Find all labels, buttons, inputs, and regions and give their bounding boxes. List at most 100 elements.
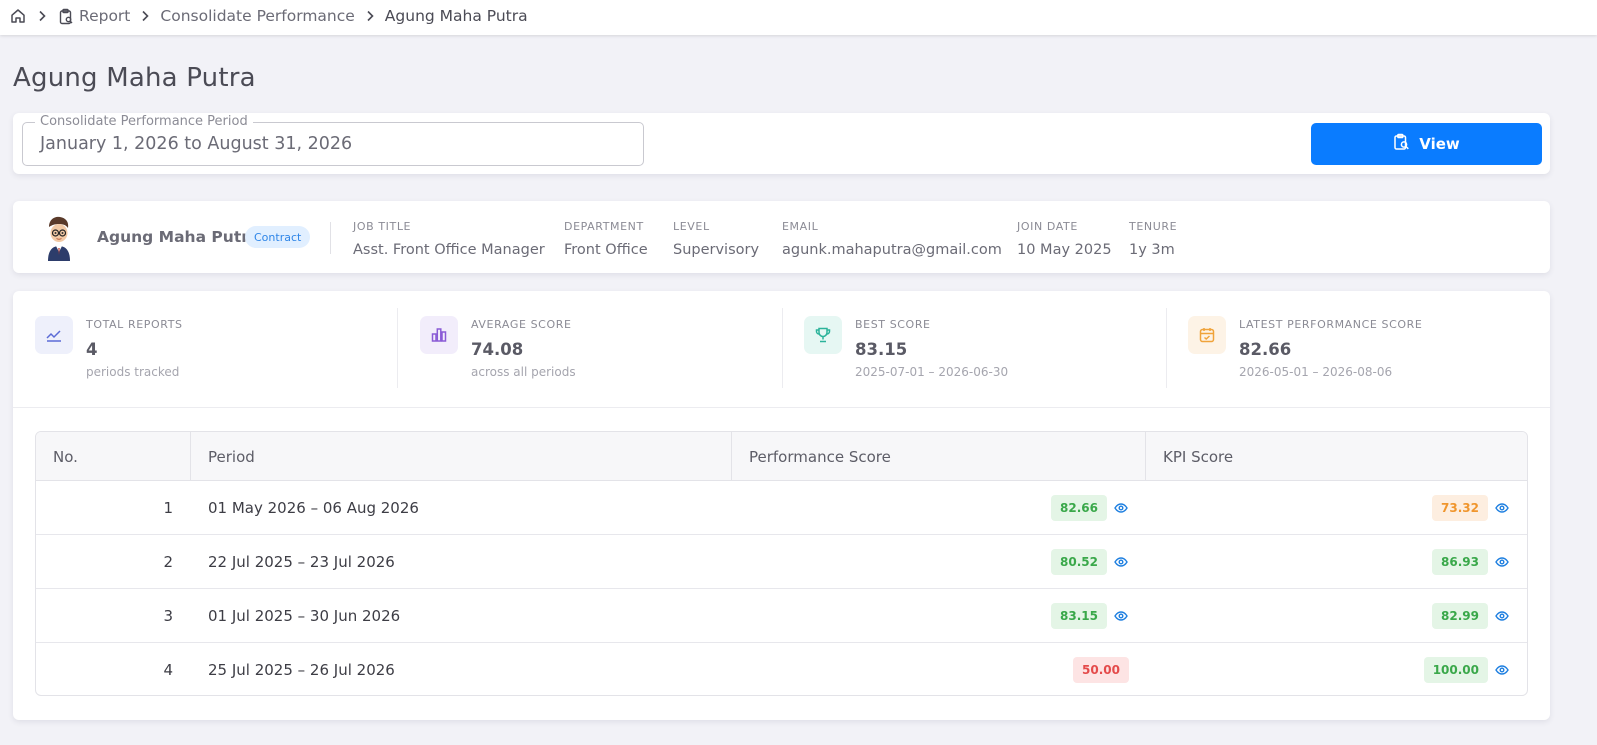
info-label: JOIN DATE: [1017, 220, 1078, 233]
performance-score-badge: 82.66: [1051, 495, 1107, 521]
kpi-score-cell: 82.99: [1432, 589, 1510, 643]
row-number: 3: [163, 607, 173, 625]
performance-table: No. Period Performance Score KPI Score 1…: [35, 431, 1528, 696]
period-filter-card: Consolidate Performance Period January 1…: [13, 113, 1550, 174]
table-row: 2 22 Jul 2025 – 23 Jul 2026 80.52 86.93: [36, 535, 1527, 589]
eye-icon[interactable]: [1113, 500, 1129, 516]
row-period: 01 Jul 2025 – 30 Jun 2026: [208, 607, 401, 625]
trophy-icon: [804, 316, 842, 354]
column-header-kpi-score[interactable]: KPI Score: [1146, 432, 1527, 481]
period-date-range-field[interactable]: Consolidate Performance Period January 1…: [22, 114, 644, 166]
stat-best-score: BEST SCORE 83.15 2025-07-01 – 2026-06-30: [782, 291, 1166, 407]
performance-summary-card: TOTAL REPORTS 4 periods tracked AVERAGE …: [13, 291, 1550, 720]
performance-score-cell: 80.52: [1051, 535, 1129, 589]
kpi-score-cell: 100.00: [1423, 643, 1510, 695]
performance-score-cell: 50.00: [1073, 643, 1129, 695]
stat-label: AVERAGE SCORE: [471, 318, 572, 331]
info-value: Supervisory: [673, 242, 760, 258]
eye-icon[interactable]: [1113, 608, 1129, 624]
info-label: LEVEL: [673, 220, 710, 233]
info-label: EMAIL: [782, 220, 819, 233]
stat-label: LATEST PERFORMANCE SCORE: [1239, 318, 1423, 331]
period-field-value: January 1, 2026 to August 31, 2026: [40, 134, 353, 154]
performance-score-badge: 83.15: [1051, 603, 1107, 629]
info-value: agunk.mahaputra@gmail.com: [782, 242, 1002, 258]
info-value: Asst. Front Office Manager: [353, 242, 545, 258]
info-tenure: TENURE 1y 3m: [1129, 220, 1177, 258]
stat-subtitle: across all periods: [471, 365, 576, 379]
info-job-title: JOB TITLE Asst. Front Office Manager: [353, 220, 545, 258]
page-title: Agung Maha Putra: [13, 63, 256, 93]
employment-status-badge: Contract: [245, 226, 311, 248]
eye-icon[interactable]: [1494, 662, 1510, 678]
info-level: LEVEL Supervisory: [673, 220, 759, 258]
stat-subtitle: 2025-07-01 – 2026-06-30: [855, 365, 1009, 379]
calendar-icon: [1188, 316, 1226, 354]
info-value: 10 May 2025: [1017, 242, 1112, 258]
breadcrumb: Report Consolidate Performance Agung Mah…: [9, 7, 528, 25]
info-value: 1y 3m: [1129, 242, 1175, 258]
table-row: 1 01 May 2026 – 06 Aug 2026 82.66 73.32: [36, 481, 1527, 535]
info-label: TENURE: [1129, 220, 1178, 233]
breadcrumb-consolidate[interactable]: Consolidate Performance: [160, 7, 354, 25]
column-header-no[interactable]: No.: [36, 432, 191, 481]
home-icon[interactable]: [9, 7, 27, 25]
eye-icon[interactable]: [1494, 608, 1510, 624]
performance-score-badge: 50.00: [1073, 657, 1129, 683]
kpi-score-badge: 100.00: [1423, 657, 1488, 683]
view-button-label: View: [1419, 135, 1460, 153]
row-number: 4: [163, 661, 173, 679]
employee-profile-card: Agung Maha Putra Contract JOB TITLE Asst…: [13, 201, 1550, 273]
stat-subtitle: 2026-05-01 – 2026-08-06: [1239, 365, 1393, 379]
kpi-score-cell: 86.93: [1432, 535, 1510, 589]
info-department: DEPARTMENT Front Office: [564, 220, 648, 258]
performance-score-cell: 82.66: [1051, 481, 1129, 535]
table-header: No. Period Performance Score KPI Score: [36, 432, 1527, 481]
report-search-icon: [1393, 133, 1410, 155]
breadcrumb-current: Agung Maha Putra: [384, 7, 528, 25]
info-email: EMAIL agunk.mahaputra@gmail.com: [782, 220, 1002, 258]
column-header-period[interactable]: Period: [191, 432, 732, 481]
breadcrumb-report[interactable]: Report: [57, 7, 130, 25]
breadcrumb-report-label: Report: [79, 7, 131, 25]
kpi-score-cell: 73.32: [1432, 481, 1510, 535]
row-period: 01 May 2026 – 06 Aug 2026: [208, 499, 419, 517]
stat-subtitle: periods tracked: [86, 365, 180, 379]
clipboard-icon: [57, 7, 75, 25]
performance-score-badge: 80.52: [1051, 549, 1107, 575]
chevron-right-icon: [364, 10, 376, 22]
divider: [330, 222, 331, 254]
bar-chart-icon: [420, 316, 458, 354]
top-bar: Report Consolidate Performance Agung Mah…: [0, 0, 1597, 35]
column-header-performance-score[interactable]: Performance Score: [732, 432, 1146, 481]
view-button[interactable]: View: [1311, 123, 1542, 165]
kpi-score-badge: 82.99: [1432, 603, 1488, 629]
employee-name: Agung Maha Putra: [97, 228, 260, 246]
row-number: 2: [163, 553, 173, 571]
info-join-date: JOIN DATE 10 May 2025: [1017, 220, 1112, 258]
stat-value: 82.66: [1239, 340, 1292, 359]
row-period: 22 Jul 2025 – 23 Jul 2026: [208, 553, 395, 571]
stat-value: 83.15: [855, 340, 908, 359]
table-row: 4 25 Jul 2025 – 26 Jul 2026 50.00 100.00: [36, 643, 1527, 695]
info-value: Front Office: [564, 242, 648, 258]
chevron-right-icon: [139, 10, 151, 22]
trend-line-icon: [35, 316, 73, 354]
eye-icon[interactable]: [1494, 500, 1510, 516]
table-row: 3 01 Jul 2025 – 30 Jun 2026 83.15 82.99: [36, 589, 1527, 643]
row-period: 25 Jul 2025 – 26 Jul 2026: [208, 661, 395, 679]
chevron-right-icon: [36, 10, 48, 22]
period-field-label: Consolidate Performance Period: [35, 114, 253, 129]
eye-icon[interactable]: [1494, 554, 1510, 570]
avatar: [44, 215, 74, 261]
eye-icon[interactable]: [1113, 554, 1129, 570]
info-label: DEPARTMENT: [564, 220, 644, 233]
stat-average-score: AVERAGE SCORE 74.08 across all periods: [398, 291, 782, 407]
kpi-score-badge: 73.32: [1432, 495, 1488, 521]
performance-score-cell: 83.15: [1051, 589, 1129, 643]
stat-value: 4: [86, 340, 98, 359]
row-number: 1: [163, 499, 173, 517]
stat-label: BEST SCORE: [855, 318, 931, 331]
divider: [13, 407, 1550, 408]
stat-total-reports: TOTAL REPORTS 4 periods tracked: [13, 291, 397, 407]
